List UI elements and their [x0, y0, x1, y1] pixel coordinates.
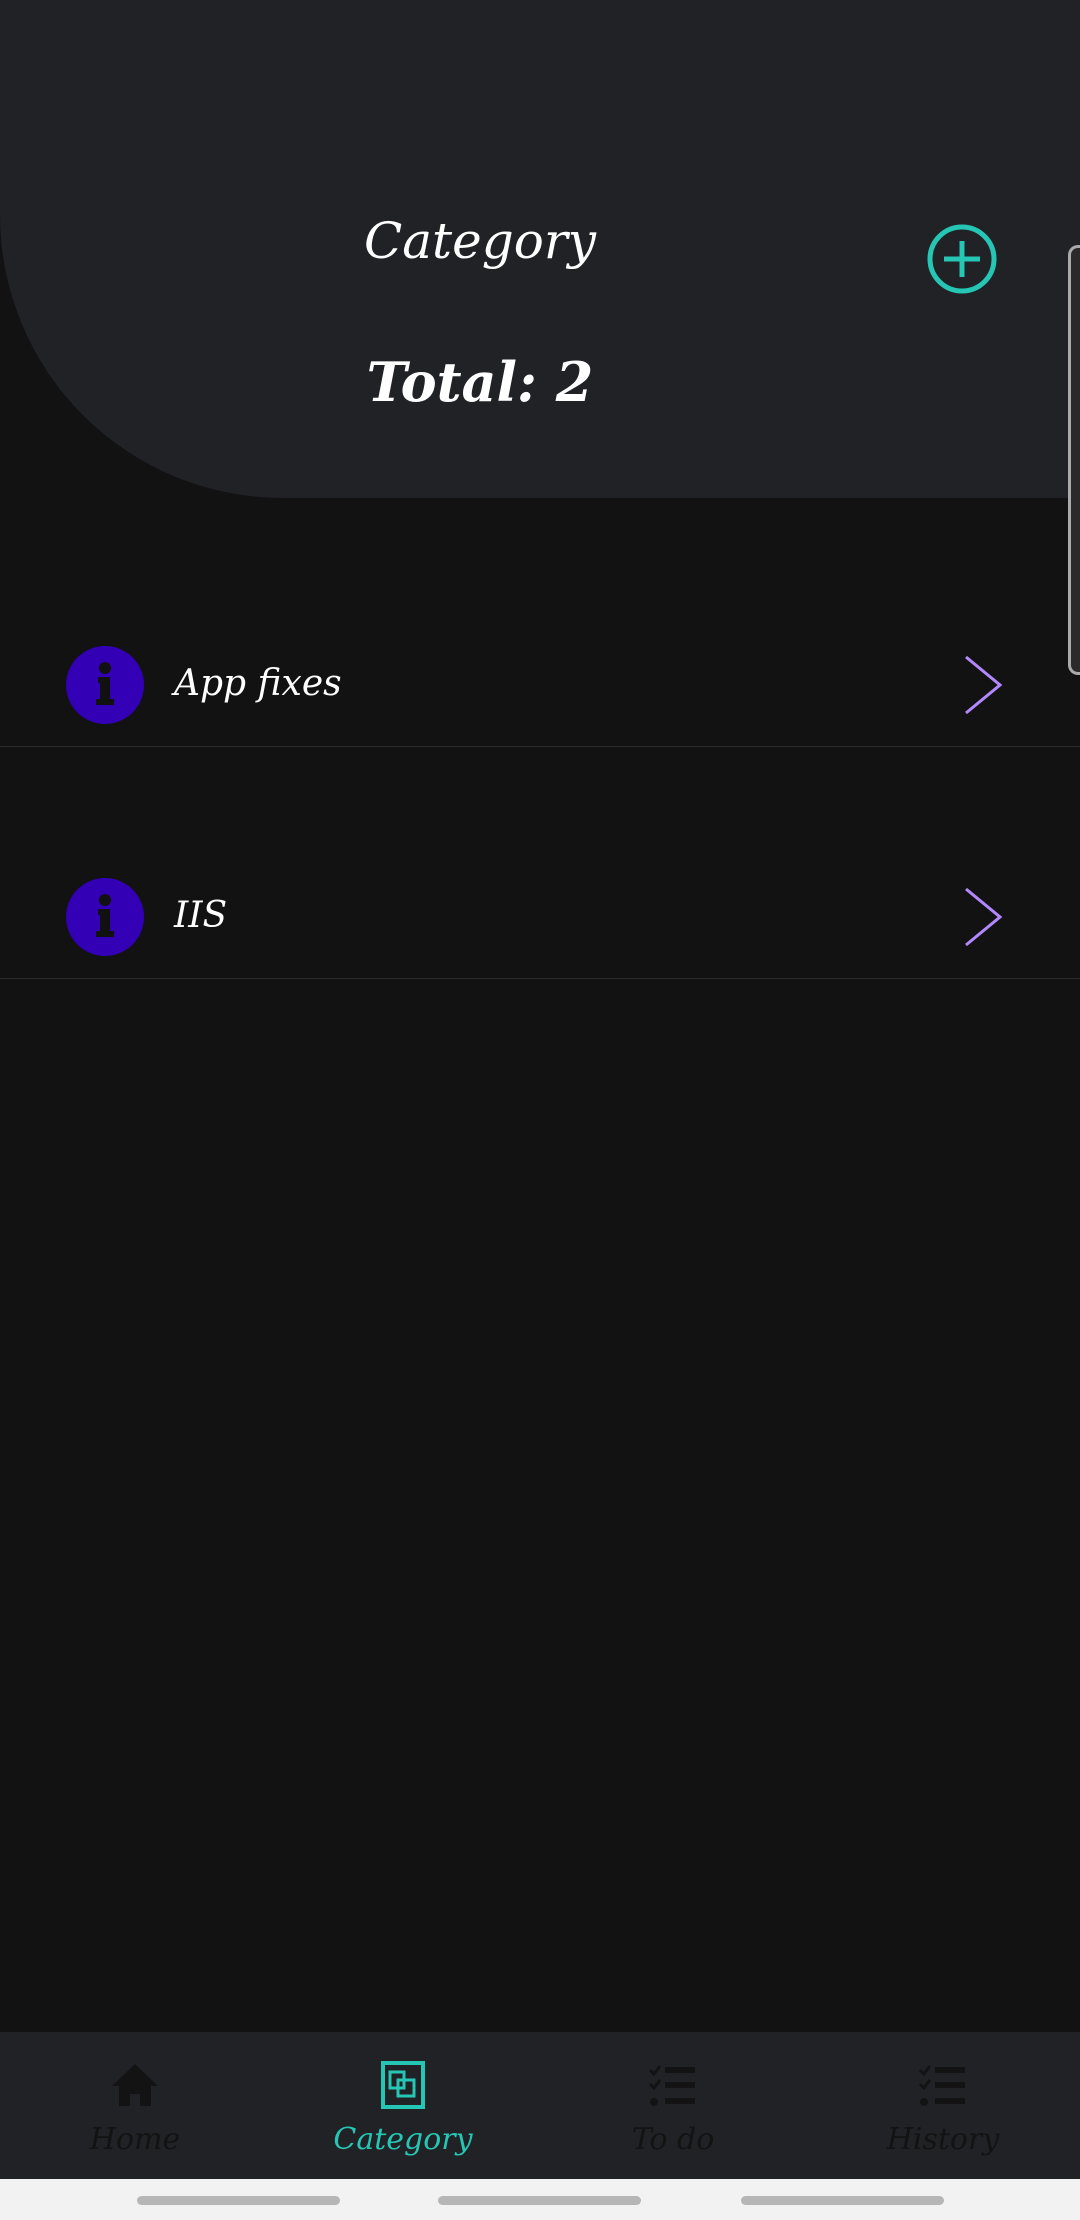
tab-category[interactable]: Category [268, 2032, 538, 2179]
tab-label: History [886, 2122, 1000, 2157]
category-item[interactable]: App fixes [0, 515, 1080, 747]
add-category-button[interactable] [926, 223, 998, 295]
tab-label: To do [631, 2122, 715, 2157]
bottom-nav: Home Category To do History [0, 2032, 1080, 2179]
tab-home[interactable]: Home [0, 2032, 270, 2179]
gesture-bar [0, 2179, 1080, 2220]
chevron-right-icon[interactable] [964, 887, 1014, 947]
tab-todo[interactable]: To do [538, 2032, 808, 2179]
page-title: Category [363, 212, 596, 270]
gesture-pill[interactable] [137, 2196, 340, 2205]
category-label: App fixes [174, 663, 342, 704]
tab-label: Category [333, 2122, 473, 2157]
gesture-pill[interactable] [741, 2196, 944, 2205]
checklist-icon [648, 2065, 695, 2106]
category-icon [381, 2061, 425, 2109]
tab-history[interactable]: History [808, 2032, 1078, 2179]
category-label: IIS [174, 895, 228, 936]
header: Category Total: 2 [0, 0, 1080, 498]
info-icon [66, 646, 144, 724]
total-count: Total: 2 [366, 350, 594, 414]
info-icon [66, 878, 144, 956]
tab-label: Home [89, 2122, 181, 2157]
chevron-right-icon[interactable] [964, 655, 1014, 715]
home-icon [112, 2064, 158, 2106]
category-item[interactable]: IIS [0, 747, 1080, 979]
checklist-icon [918, 2065, 965, 2106]
gesture-pill[interactable] [438, 2196, 641, 2205]
